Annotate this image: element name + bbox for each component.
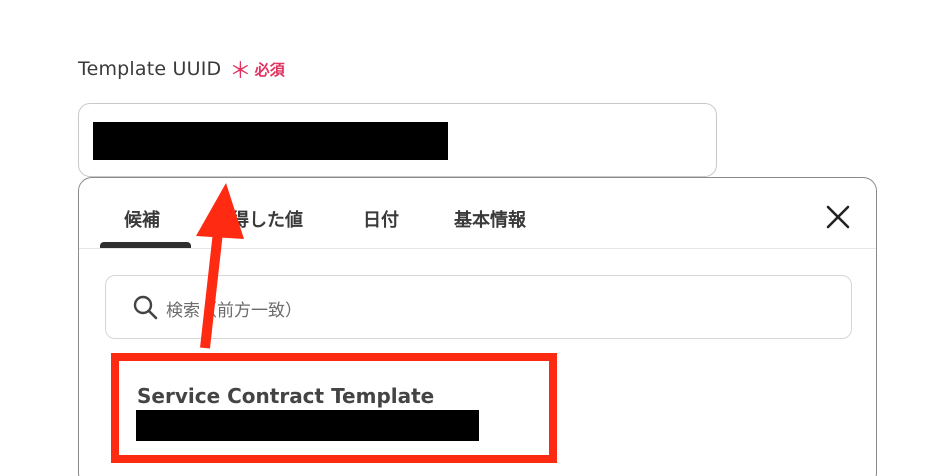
- option-title: Service Contract Template: [137, 384, 435, 408]
- search-placeholder: 検索（前方一致）: [166, 301, 302, 321]
- template-uuid-input[interactable]: [78, 103, 717, 177]
- redacted-value: [136, 410, 479, 441]
- required-label: 必須: [254, 61, 285, 79]
- field-label: Template UUID ＊ 必須: [78, 58, 285, 84]
- suggestion-dropdown: 候補 得した値 日付 基本情報 検索（前方一致） Service Contrac…: [78, 177, 877, 476]
- tab-candidates[interactable]: 候補: [124, 206, 160, 232]
- required-asterisk-icon: ＊: [229, 59, 252, 84]
- tab-acquired-values[interactable]: 得した値: [231, 206, 303, 232]
- tab-bar: 候補 得した値 日付 基本情報: [79, 178, 876, 249]
- tab-date[interactable]: 日付: [363, 206, 399, 232]
- active-tab-indicator: [100, 242, 191, 248]
- search-input[interactable]: 検索（前方一致）: [105, 275, 852, 339]
- redacted-value: [93, 122, 448, 160]
- search-icon: [132, 294, 158, 320]
- page: Template UUID ＊ 必須 候補 得した値 日付 基本情報 検索（前方…: [0, 0, 942, 476]
- close-icon[interactable]: [825, 204, 851, 230]
- tab-basic-info[interactable]: 基本情報: [454, 206, 526, 232]
- field-label-text: Template UUID: [78, 58, 222, 80]
- list-item[interactable]: Service Contract Template: [111, 371, 571, 471]
